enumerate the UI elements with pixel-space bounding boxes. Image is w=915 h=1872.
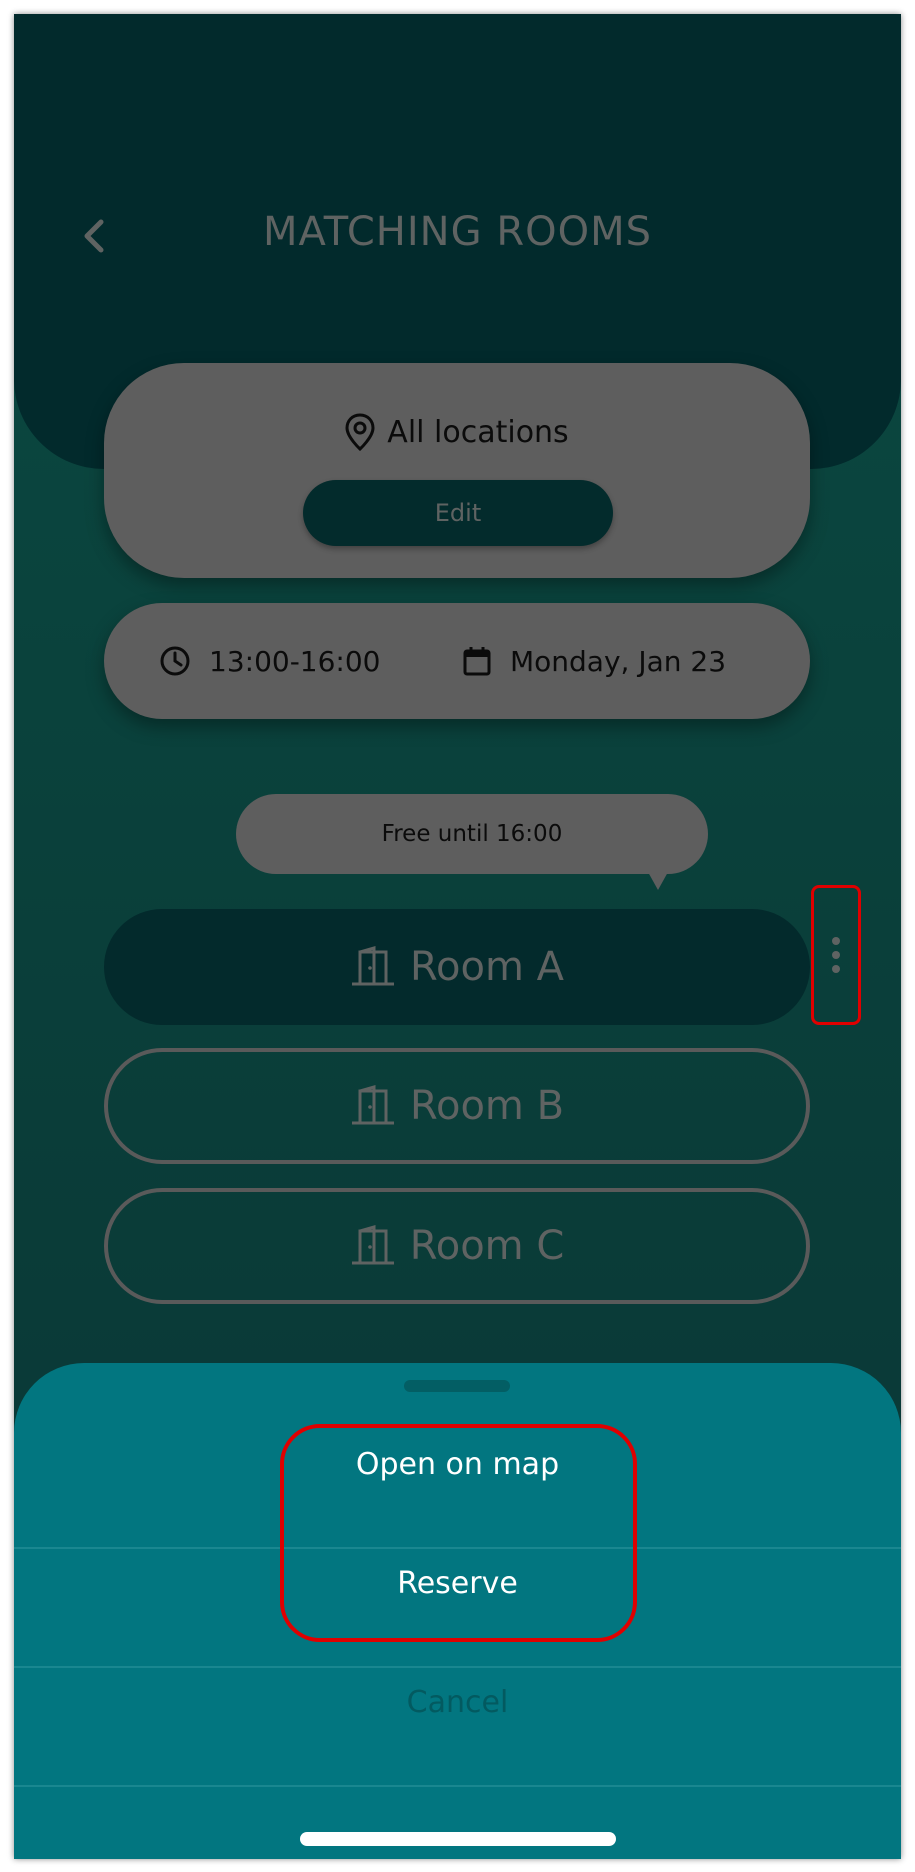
calendar-icon xyxy=(463,647,491,676)
sheet-divider xyxy=(14,1785,901,1787)
door-icon xyxy=(352,946,394,986)
door-icon xyxy=(351,1225,394,1265)
room-b-button[interactable]: Room B xyxy=(104,1048,810,1164)
room-label: Room A xyxy=(410,944,564,990)
date-label: Monday, Jan 23 xyxy=(510,644,727,678)
actions-highlight-box xyxy=(280,1424,637,1642)
page-title: MATCHING ROOMS xyxy=(263,209,652,255)
room-a-more-button[interactable] xyxy=(811,885,861,1025)
app-screen: MATCHING ROOMS All locations Edit 13:00-… xyxy=(14,14,901,1859)
location-label: All locations xyxy=(387,414,569,450)
room-c-button[interactable]: Room C xyxy=(104,1188,810,1304)
room-label: Room C xyxy=(409,1223,565,1269)
availability-tooltip: Free until 16:00 xyxy=(236,794,708,874)
schedule-card[interactable]: 13:00-16:00 Monday, Jan 23 xyxy=(104,603,810,719)
map-pin-icon xyxy=(345,413,375,451)
sheet-divider xyxy=(14,1666,901,1668)
more-vertical-icon xyxy=(832,937,840,973)
door-icon xyxy=(351,1085,394,1125)
clock-icon xyxy=(160,646,190,676)
room-a-button[interactable]: Room A xyxy=(104,909,810,1025)
time-group[interactable]: 13:00-16:00 xyxy=(159,603,381,719)
sheet-drag-handle[interactable] xyxy=(404,1380,510,1392)
cancel-button[interactable]: Cancel xyxy=(14,1643,901,1761)
date-group[interactable]: Monday, Jan 23 xyxy=(462,603,726,719)
home-indicator[interactable] xyxy=(300,1832,616,1846)
location-row: All locations xyxy=(104,413,810,451)
room-label: Room B xyxy=(409,1083,565,1129)
edit-location-button[interactable]: Edit xyxy=(303,480,613,546)
time-range: 13:00-16:00 xyxy=(209,644,381,678)
location-card: All locations Edit xyxy=(104,363,810,578)
tooltip-tail xyxy=(648,872,668,890)
